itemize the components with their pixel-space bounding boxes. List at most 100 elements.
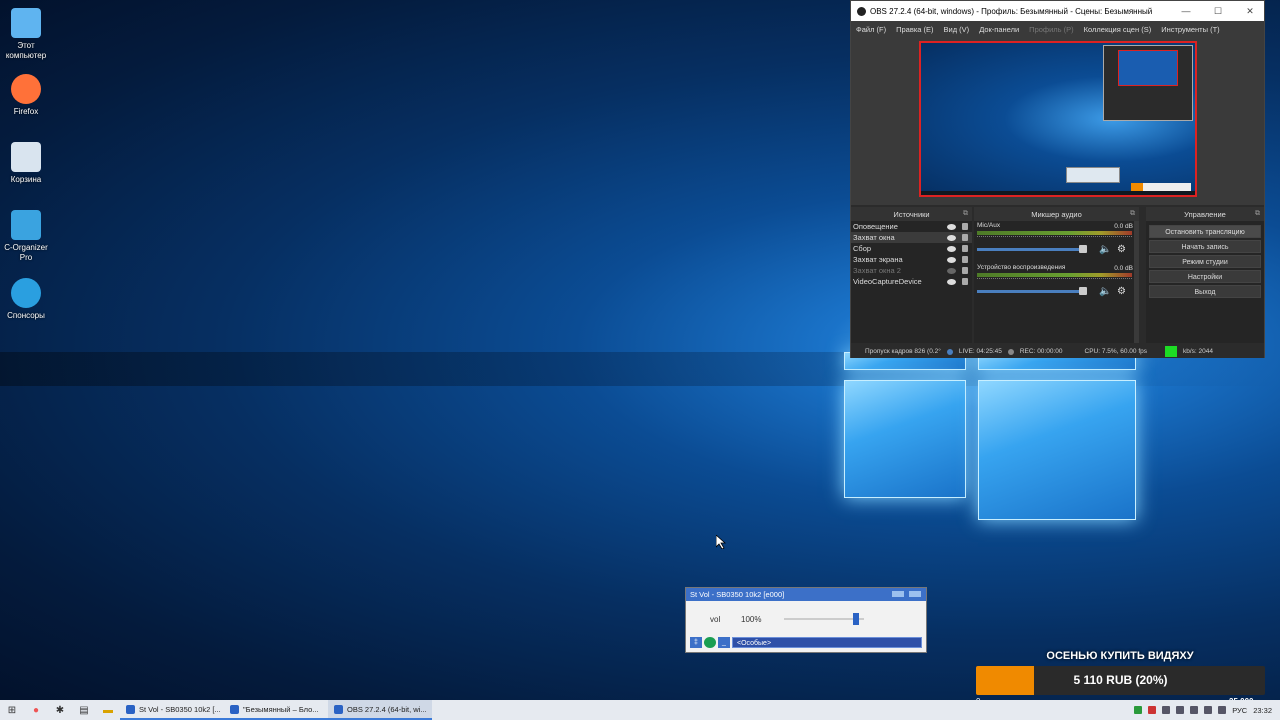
speaker-icon[interactable]: 🔈 (1099, 245, 1111, 255)
lock-icon[interactable] (962, 278, 968, 285)
visibility-eye-icon[interactable] (947, 267, 956, 274)
source-item[interactable]: Захват экрана (851, 254, 972, 265)
power-icon[interactable] (704, 637, 716, 648)
stvol-menu-button[interactable] (909, 591, 921, 597)
start-button[interactable]: ⊞ (0, 700, 24, 720)
control-button[interactable]: Настройки (1149, 270, 1261, 283)
lock-icon[interactable] (962, 223, 968, 230)
channel-db: 0.0 dB (1114, 223, 1133, 230)
menu-item[interactable]: Инструменты (T) (1161, 25, 1219, 34)
cpu-fps: CPU: 7.5%, 60.00 fps (1084, 348, 1148, 355)
stvol-window: St Vol - SB0350 10k2 [e000] vol 100% ‡ _… (685, 587, 927, 653)
menu-item[interactable]: Док-панели (979, 25, 1019, 34)
lock-icon[interactable] (962, 245, 968, 252)
lock-icon[interactable] (962, 267, 968, 274)
nested-preview (1118, 50, 1178, 86)
tray-icon[interactable] (1176, 706, 1185, 714)
rec-time: REC: 00:00:00 (1019, 348, 1063, 355)
tray-icon[interactable] (1190, 706, 1199, 714)
source-name: Оповещение (853, 222, 898, 231)
vol-slider-knob[interactable] (853, 613, 859, 625)
tray-icon[interactable] (1162, 706, 1171, 714)
source-item[interactable]: VideoCaptureDevice (851, 276, 972, 287)
computer-icon (11, 8, 41, 38)
control-button[interactable]: Начать запись (1149, 240, 1261, 253)
mixer-scrollbar[interactable] (1134, 221, 1139, 343)
nested-vol-widget (1066, 167, 1120, 183)
tray-icon[interactable] (1148, 706, 1157, 714)
eq-icon[interactable]: ‡ (690, 637, 702, 648)
source-item[interactable]: Захват окна 2 (851, 265, 972, 276)
stvol-minimize-button[interactable] (892, 591, 904, 597)
fader-knob[interactable] (1079, 245, 1087, 253)
preset-select[interactable]: <Особые> (732, 637, 922, 648)
control-button[interactable]: Выход (1149, 285, 1261, 298)
close-button[interactable]: ✕ (1236, 6, 1264, 17)
meter-scale (977, 278, 1132, 282)
desktop-icon[interactable]: Firefox (4, 74, 48, 117)
volume-meter (977, 273, 1132, 277)
preview-canvas[interactable] (919, 41, 1197, 197)
gear-icon[interactable]: ⚙ (1117, 287, 1127, 297)
desktop-icon[interactable]: C-Organizer Pro (4, 210, 48, 263)
lock-icon[interactable] (962, 256, 968, 263)
explorer-icon[interactable]: ▬ (96, 700, 120, 720)
notepad-icon[interactable]: ▤ (72, 700, 96, 720)
source-name: Захват окна 2 (853, 266, 901, 275)
vol-slider[interactable] (784, 613, 864, 625)
obs-app-icon (857, 6, 866, 16)
clock[interactable]: 23:32 (1253, 706, 1272, 715)
menu-item[interactable]: Профиль (P) (1029, 25, 1073, 34)
speaker-icon[interactable]: 🔈 (1099, 287, 1111, 297)
menu-item[interactable]: Файл (F) (856, 25, 886, 34)
source-item[interactable]: Захват окна (851, 232, 972, 243)
taskbar-app[interactable]: St Vol - SB0350 10k2 [... (120, 700, 224, 720)
desktop-icon[interactable]: Этот компьютер (4, 8, 48, 61)
controls-panel: Остановить трансляцию Начать запись Режим … (1146, 221, 1264, 343)
taskbar-app[interactable]: OBS 27.2.4 (64-bit, wi... (328, 700, 432, 720)
obs-preview[interactable] (851, 37, 1264, 205)
firefox-icon[interactable]: ● (24, 700, 48, 720)
undock-icon[interactable]: ⧉ (963, 210, 968, 218)
control-button[interactable]: Режим студии (1149, 255, 1261, 268)
desktop-icon-label: Корзина (10, 175, 42, 184)
language-indicator[interactable]: РУС (1232, 706, 1247, 715)
minimize-icon[interactable]: _ (718, 637, 730, 648)
visibility-eye-icon[interactable] (947, 278, 956, 285)
stvol-title: St Vol - SB0350 10k2 [e000] (690, 590, 785, 599)
dropped-frames: Пропуск кадров 826 (0.2° (865, 348, 941, 355)
undock-icon[interactable]: ⧉ (1130, 210, 1135, 218)
undock-icon[interactable]: ⧉ (1255, 210, 1260, 218)
maximize-button[interactable]: ☐ (1204, 6, 1232, 17)
taskbar-app[interactable]: "Безымянный – Бло... (224, 700, 328, 720)
visibility-eye-icon[interactable] (947, 234, 956, 241)
taskbar-apps: St Vol - SB0350 10k2 [... "Безымянный – Б… (120, 700, 432, 720)
vol-label: vol (710, 615, 721, 624)
tray-icon[interactable] (1134, 706, 1143, 714)
menu-item[interactable]: Вид (V) (944, 25, 970, 34)
live-time: LIVE: 04:25:45 (958, 348, 1002, 355)
desktop-icon[interactable]: Корзина (4, 142, 48, 185)
menu-item[interactable]: Коллекция сцен (S) (1084, 25, 1152, 34)
desktop-icon[interactable]: Спонсоры (4, 278, 48, 321)
volume-icon[interactable] (1218, 706, 1227, 714)
menu-item[interactable]: Правка (E) (896, 25, 933, 34)
gear-icon[interactable]: ⚙ (1117, 245, 1127, 255)
app-icon (126, 704, 135, 714)
app-icon[interactable]: ✱ (48, 700, 72, 720)
volume-fader[interactable] (977, 245, 1087, 253)
connection-status-icon (1165, 346, 1178, 357)
volume-fader[interactable] (977, 287, 1087, 295)
visibility-eye-icon[interactable] (947, 245, 956, 252)
visibility-eye-icon[interactable] (947, 256, 956, 263)
control-button[interactable]: Остановить трансляцию (1149, 225, 1261, 238)
tray-icon[interactable] (1204, 706, 1213, 714)
source-item[interactable]: Сбор (851, 243, 972, 254)
minimize-button[interactable]: — (1172, 6, 1200, 16)
visibility-eye-icon[interactable] (947, 223, 956, 230)
lock-icon[interactable] (962, 234, 968, 241)
source-item[interactable]: Оповещение (851, 221, 972, 232)
firefox-icon (11, 74, 41, 104)
fader-knob[interactable] (1079, 287, 1087, 295)
desktop-icon-label: Firefox (13, 107, 39, 116)
